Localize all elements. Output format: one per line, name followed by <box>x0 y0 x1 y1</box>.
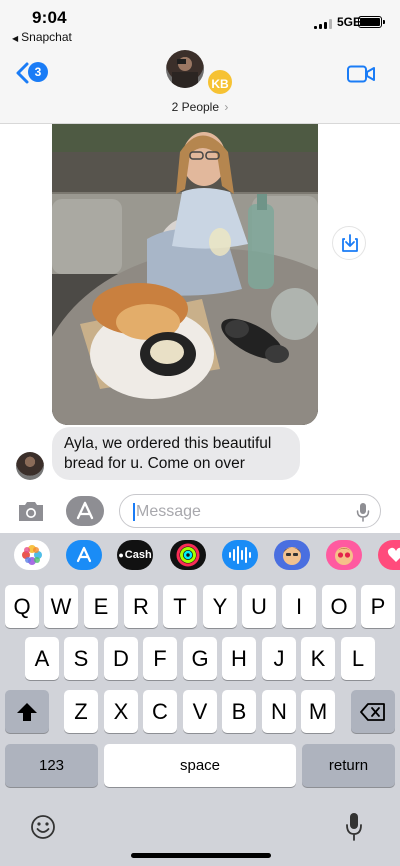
key-w[interactable]: W <box>44 585 78 628</box>
save-photo-button[interactable] <box>332 226 366 260</box>
key-l[interactable]: L <box>341 637 375 680</box>
imessage-screen: 9:04 ◀ Snapchat 5GE 3 KB 2 People › Ayla… <box>0 0 400 866</box>
video-call-icon[interactable] <box>347 65 375 83</box>
key-x[interactable]: X <box>104 690 138 733</box>
sender-avatar[interactable] <box>16 452 44 480</box>
home-indicator[interactable] <box>131 853 271 858</box>
key-q[interactable]: Q <box>5 585 39 628</box>
chevron-right-icon: › <box>224 100 229 114</box>
back-to-app-link[interactable]: ◀ Snapchat <box>12 30 72 44</box>
message-input[interactable]: Message <box>119 494 381 528</box>
back-app-label: Snapchat <box>21 30 72 44</box>
key-z[interactable]: Z <box>64 690 98 733</box>
photo-attachment[interactable] <box>52 124 318 425</box>
cash-label: Cash <box>124 549 152 561</box>
key-e[interactable]: E <box>84 585 118 628</box>
key-n[interactable]: N <box>262 690 296 733</box>
restaurant-photo <box>52 124 318 425</box>
clock: 9:04 <box>32 8 67 27</box>
shift-key[interactable] <box>5 690 49 733</box>
key-f[interactable]: F <box>143 637 177 680</box>
key-r[interactable]: R <box>124 585 158 628</box>
group-avatar[interactable] <box>166 50 204 88</box>
unread-count-badge[interactable]: 3 <box>28 62 48 82</box>
key-s[interactable]: S <box>64 637 98 680</box>
conversation-header: 3 KB 2 People › <box>0 48 400 124</box>
message-placeholder: Message <box>136 503 201 520</box>
apple-cash-app-icon[interactable]: ● Cash <box>117 540 153 570</box>
memoji-app-icon[interactable] <box>274 540 310 570</box>
keyboard: ● Cash Q W E R T Y U I O P A S D F G H J… <box>0 533 400 866</box>
key-t[interactable]: T <box>163 585 197 628</box>
key-h[interactable]: H <box>222 637 256 680</box>
key-b[interactable]: B <box>222 690 256 733</box>
key-v[interactable]: V <box>183 690 217 733</box>
space-key[interactable]: space <box>104 744 296 787</box>
key-p[interactable]: P <box>361 585 395 628</box>
keyboard-mic-icon[interactable] <box>345 812 363 842</box>
app-store-app-icon[interactable] <box>66 540 102 570</box>
numbers-key[interactable]: 123 <box>5 744 98 787</box>
group-title-label: 2 People <box>171 100 220 114</box>
key-d[interactable]: D <box>104 637 138 680</box>
battery-icon <box>358 16 385 28</box>
kb-avatar[interactable]: KB <box>206 68 234 96</box>
dictation-mic-icon[interactable] <box>356 502 370 522</box>
photos-app-icon[interactable] <box>14 540 50 570</box>
group-title[interactable]: 2 People › <box>0 100 400 114</box>
activity-app-icon[interactable] <box>170 540 206 570</box>
delete-key[interactable] <box>351 690 395 733</box>
imessage-app-strip: ● Cash <box>0 533 400 579</box>
key-a[interactable]: A <box>25 637 59 680</box>
key-i[interactable]: I <box>282 585 316 628</box>
message-text-line: Ayla, we ordered this beautiful <box>64 435 272 452</box>
key-c[interactable]: C <box>143 690 177 733</box>
app-store-button[interactable] <box>66 496 104 526</box>
signal-icon <box>314 19 334 29</box>
status-bar: 9:04 ◀ Snapchat 5GE <box>0 0 400 48</box>
key-o[interactable]: O <box>322 585 356 628</box>
key-y[interactable]: Y <box>203 585 237 628</box>
audio-message-app-icon[interactable] <box>222 540 258 570</box>
download-icon <box>342 234 358 252</box>
key-m[interactable]: M <box>301 690 335 733</box>
message-text-line: bread for u. Come on over <box>64 455 245 472</box>
shift-arrow-icon <box>17 703 37 721</box>
emoji-icon[interactable] <box>30 814 56 840</box>
key-j[interactable]: J <box>262 637 296 680</box>
back-triangle-icon: ◀ <box>12 34 19 43</box>
memoji-stickers-app-icon[interactable] <box>326 540 362 570</box>
hearts-app-icon[interactable] <box>378 540 400 570</box>
return-key[interactable]: return <box>302 744 395 787</box>
backspace-icon <box>360 703 385 721</box>
apple-logo-icon: ● <box>118 550 124 560</box>
key-k[interactable]: K <box>301 637 335 680</box>
key-g[interactable]: G <box>183 637 217 680</box>
key-u[interactable]: U <box>242 585 276 628</box>
text-cursor <box>133 503 135 521</box>
camera-icon[interactable] <box>16 498 46 524</box>
message-bubble[interactable]: Ayla, we ordered this beautiful bread fo… <box>52 427 300 480</box>
app-store-icon <box>76 501 94 520</box>
